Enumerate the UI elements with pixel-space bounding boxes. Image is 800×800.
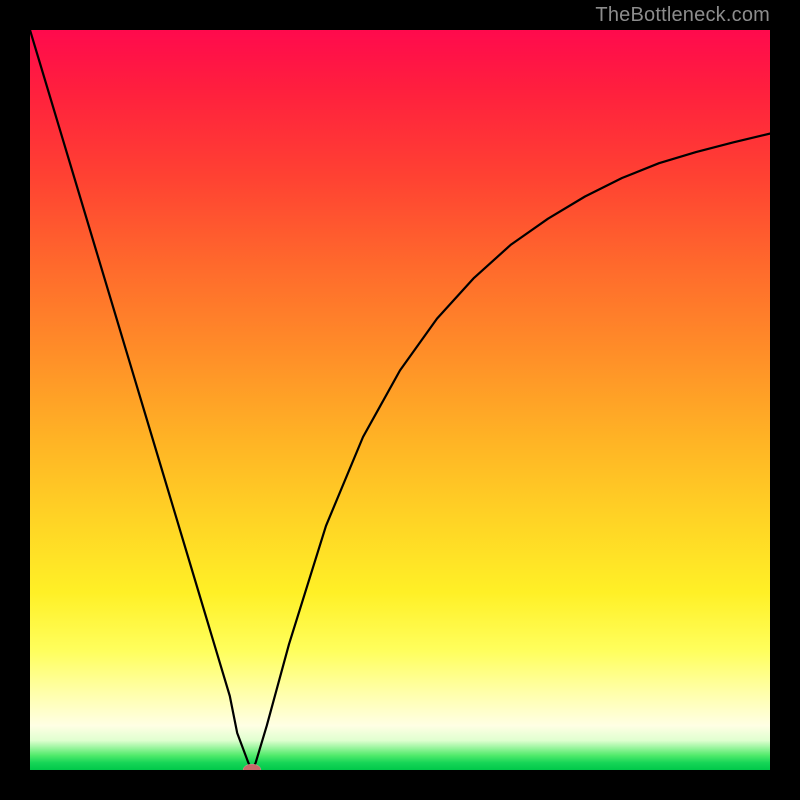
watermark-text: TheBottleneck.com (595, 4, 770, 27)
minimum-marker (243, 764, 261, 770)
bottleneck-curve-path (30, 30, 770, 770)
chart-curve (30, 30, 770, 770)
chart-frame: TheBottleneck.com (0, 0, 800, 800)
plot-area (30, 30, 770, 770)
